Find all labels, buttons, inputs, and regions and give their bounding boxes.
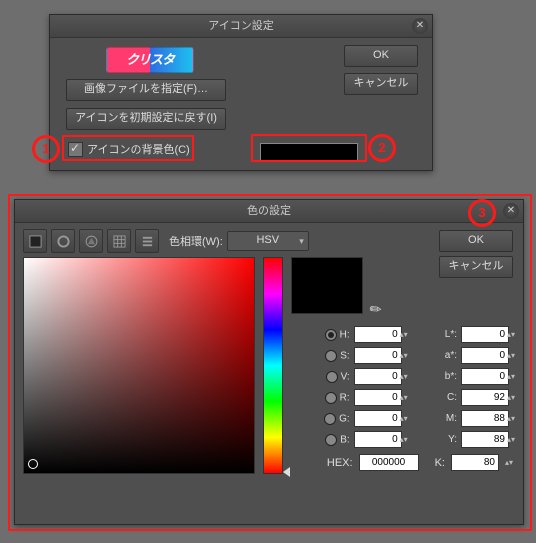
callout-box-3 [8,194,532,531]
cancel-button[interactable]: キャンセル [344,73,418,95]
close-icon[interactable]: ✕ [412,18,428,34]
annotation-3: 3 [468,199,496,227]
logo-icon: クリスタ [106,47,194,73]
icon-settings-titlebar: アイコン設定 ✕ [50,15,432,38]
callout-box-2 [251,134,367,162]
callout-box-1 [62,135,194,161]
ok-button[interactable]: OK [344,45,418,67]
annotation-2: 2 [368,134,396,162]
icon-settings-title: アイコン設定 [208,20,273,32]
annotation-1: 1 [32,135,60,163]
reset-icon-button[interactable]: アイコンを初期設定に戻す(I) [66,108,226,130]
specify-file-button[interactable]: 画像ファイルを指定(F)… [66,79,226,101]
